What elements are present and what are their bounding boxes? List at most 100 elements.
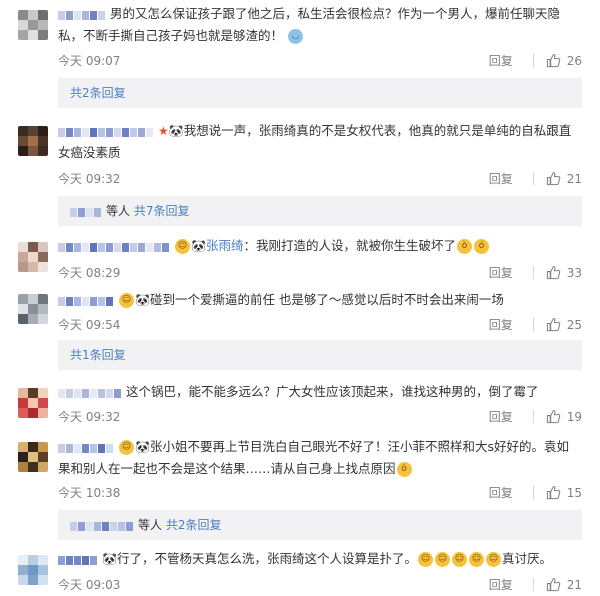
reply-button[interactable]: 回复	[489, 170, 513, 187]
username[interactable]	[58, 4, 106, 25]
timestamp: 今天 09:32	[58, 410, 121, 424]
avatar[interactable]	[18, 10, 48, 40]
thumbs-up-icon[interactable]	[546, 409, 561, 424]
divider	[532, 266, 534, 279]
reply-prefix: 等人	[106, 204, 131, 218]
reply-button[interactable]: 回复	[489, 484, 513, 501]
comment-actions: 回复 25	[489, 316, 582, 333]
like-count: 15	[566, 485, 582, 500]
timestamp: 今天 10:38	[58, 486, 121, 500]
mention-link[interactable]: 张雨绮	[206, 238, 244, 253]
thumbs-up-icon[interactable]	[546, 485, 561, 500]
comment-text: 行了，不管杨天真怎么洗，张雨绮这个人设算是扑了。	[116, 551, 417, 566]
reply-button[interactable]: 回复	[489, 408, 513, 425]
comment-body: 🐼行了，不管杨天真怎么洗，张雨绮这个人设算是扑了。 ☺ ☺ ☺ ☺ ☺ 真讨厌。	[58, 548, 578, 570]
smiley-face-icon: ☺	[451, 552, 467, 567]
comment-text: 男的又怎么保证孩子跟了他之后，私生活会很检点？作为一个男人，爆前任聊天隐私，不断…	[58, 6, 561, 43]
timestamp: 今天 09:54	[58, 318, 121, 332]
username[interactable]	[58, 236, 170, 257]
replies-summary[interactable]: 等人 共2条回复	[58, 510, 582, 540]
like-count: 19	[566, 409, 582, 424]
divider	[532, 54, 534, 67]
smiley-face-icon: ◡	[288, 29, 303, 44]
like-count: 26	[566, 53, 582, 68]
reply-button[interactable]: 回复	[489, 576, 513, 593]
smiley-face-icon: ☺	[468, 552, 484, 567]
comment-body: ☺ 🐼张雨绮：我刚打造的人设，就被你生生破坏了 ò ó	[58, 235, 578, 257]
comment-meta: 今天 08:29 回复 33	[58, 264, 582, 282]
avatar[interactable]	[18, 555, 48, 585]
username[interactable]	[58, 549, 98, 570]
comment-body: 男的又怎么保证孩子跟了他之后，私生活会很检点？作为一个男人，爆前任聊天隐私，不断…	[58, 3, 578, 46]
comment-body: ☺ 🐼碰到一个爱撕逼的前任 也是够了～感觉以后时不时会出来闹一场	[58, 289, 578, 311]
comment-body: 这个锅巴，能不能多远么？广大女性应该顶起来，谁找这种男的，倒了霉了	[58, 381, 578, 403]
like-count: 25	[566, 317, 582, 332]
comment-body: ★🐼我想说一声，张雨绮真的不是女权代表，他真的就只是单纯的自私跟直女癌没素质	[58, 120, 578, 163]
thumbs-up-icon[interactable]	[546, 53, 561, 68]
reply-user-mosaic[interactable]	[70, 197, 102, 227]
view-replies-link[interactable]: 共2条回复	[166, 518, 222, 532]
replies-summary[interactable]: 共2条回复	[58, 78, 582, 108]
comment-body: ☺ 🐼张小姐不要再上节目洗白自己眼光不好了！汪小菲不照样和大s好好的。袁如果和别人…	[58, 436, 578, 479]
avatar[interactable]	[18, 294, 48, 324]
avatar[interactable]	[18, 242, 48, 272]
comment-meta: 今天 09:03 回复 21	[58, 576, 582, 594]
comment-text: ：我刚打造的人设，就被你生生破坏了	[243, 238, 456, 253]
replies-summary[interactable]: 等人 共7条回复	[58, 196, 582, 226]
username[interactable]	[58, 382, 122, 403]
smiley-face-icon: ò	[456, 239, 472, 254]
comment-text: 碰到一个爱撕逼的前任 也是够了～感觉以后时不时会出来闹一场	[149, 292, 504, 307]
view-replies-link[interactable]: 共7条回复	[134, 204, 190, 218]
divider	[532, 578, 534, 591]
avatar[interactable]	[18, 442, 48, 472]
timestamp: 今天 09:07	[58, 54, 121, 68]
comment-meta: 今天 10:38 回复 15	[58, 484, 582, 502]
smiley-face-icon: ☺	[119, 293, 134, 308]
comment-actions: 回复 21	[489, 170, 582, 187]
like-count: 33	[566, 265, 582, 280]
timestamp: 今天 08:29	[58, 266, 121, 280]
divider	[532, 318, 534, 331]
smiley-face-icon: ò	[396, 462, 412, 477]
smiley-face-icon: ☺	[434, 552, 450, 567]
timestamp: 今天 09:03	[58, 578, 121, 592]
timestamp: 今天 09:32	[58, 172, 121, 186]
comment-actions: 回复 21	[489, 576, 582, 593]
thumbs-up-icon[interactable]	[546, 577, 561, 592]
smiley-face-icon: ☺	[119, 440, 134, 455]
username[interactable]	[58, 437, 114, 458]
comment-text: 这个锅巴，能不能多远么？广大女性应该顶起来，谁找这种男的，倒了霉了	[126, 384, 539, 399]
thumbs-up-icon[interactable]	[546, 171, 561, 186]
view-replies-link[interactable]: 共2条回复	[70, 86, 126, 100]
reply-button[interactable]: 回复	[489, 264, 513, 281]
star-icon: ★	[158, 124, 169, 138]
avatar[interactable]	[18, 388, 48, 418]
reply-prefix: 等人	[138, 518, 163, 532]
view-replies-link[interactable]: 共1条回复	[70, 348, 126, 362]
comment-meta: 今天 09:32 回复 19	[58, 408, 582, 426]
replies-summary[interactable]: 共1条回复	[58, 340, 582, 370]
thumbs-up-icon[interactable]	[546, 265, 561, 280]
comment-actions: 回复 33	[489, 264, 582, 281]
reply-user-mosaic[interactable]	[70, 511, 134, 541]
divider	[532, 410, 534, 423]
username[interactable]	[58, 290, 114, 311]
comment-text-suffix: 真讨厌。	[501, 551, 552, 566]
panda-icon: 🐼	[135, 440, 150, 454]
smiley-face-icon: ☺	[175, 239, 190, 254]
divider	[532, 486, 534, 499]
comment-actions: 回复 26	[489, 52, 582, 69]
username[interactable]	[58, 121, 154, 142]
like-count: 21	[566, 577, 582, 592]
reply-button[interactable]: 回复	[489, 316, 513, 333]
panda-icon: 🐼	[135, 293, 150, 307]
panda-icon: 🐼	[168, 124, 184, 138]
thumbs-up-icon[interactable]	[546, 317, 561, 332]
comment-actions: 回复 19	[489, 408, 582, 425]
panda-icon: 🐼	[191, 239, 206, 253]
avatar[interactable]	[18, 126, 48, 156]
smiley-face-icon: ó	[473, 239, 489, 254]
divider	[532, 172, 534, 185]
reply-button[interactable]: 回复	[489, 52, 513, 69]
comment-meta: 今天 09:07 回复 26	[58, 52, 582, 70]
